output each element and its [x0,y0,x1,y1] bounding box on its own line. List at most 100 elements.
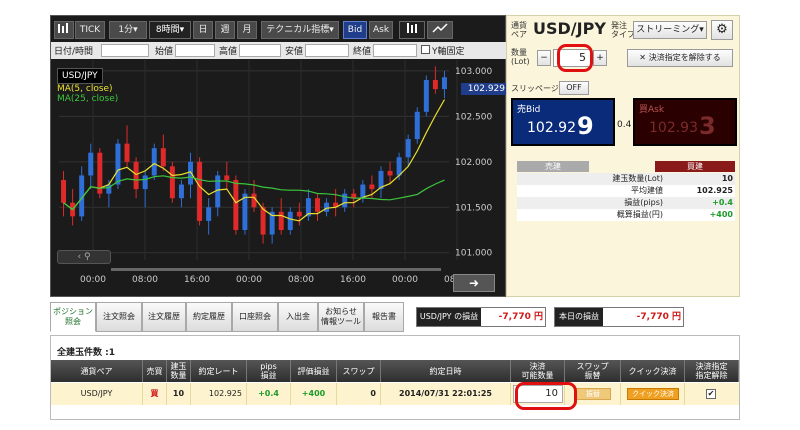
tab-deposit[interactable]: 入出金 [278,302,318,332]
buy-position-header: 買建 [655,161,735,172]
low-field [305,44,349,57]
candles [61,66,447,244]
tab-execution-history[interactable]: 約定履歴 [186,302,232,332]
y-tick-label: 101.000 [455,249,492,259]
open-field [175,44,215,57]
tab-bar: ポジション 照会 注文照会 注文履歴 約定履歴 口座照会 入出金 お知らせ 情報… [50,302,740,334]
bid-button[interactable]: 売Bid 102.92 9 [511,98,615,146]
column-header: 建玉 数量 [167,360,191,382]
interval-8h-select[interactable]: 8時間▾ [149,21,191,39]
candle-body [206,207,212,221]
swap-transfer-button[interactable]: 振替 [575,388,611,400]
scroll-left-control[interactable]: ‹ ⚲ [57,250,111,264]
today-pl-box: 本日の損益 -7,770 円 [554,307,684,327]
pair-pl-label: USD/JPY の損益 [417,308,481,326]
order-type-select[interactable]: ストリーミング▾ [633,21,707,39]
candle-body [260,207,266,235]
candle-body [197,161,203,221]
tab-position[interactable]: ポジション 照会 [50,302,96,332]
scroll-to-latest-button[interactable]: ➜ [453,274,495,292]
summary-value: 10 [721,174,733,183]
tick-button[interactable]: TICK [75,21,105,39]
position-summary-row: 建玉数量(Lot) 10 [517,173,735,185]
cell-quick-settle: クイック決済 [621,383,685,405]
cancel-settle-designation-button[interactable]: ✕ 決済指定を解除する [627,49,733,67]
day-button[interactable]: 日 [193,21,213,39]
cell-pips: +0.4 [247,383,291,405]
qty-plus-button[interactable]: + [593,50,607,66]
column-header: スワップ 振替 [565,360,621,382]
chevron-left-icon: ‹ [77,252,82,262]
x-tick-label: 00:00 [80,275,106,285]
summary-value: +0.4 [712,198,733,207]
high-label: 高値 [219,47,238,57]
yaxis-fix-checkbox[interactable] [421,45,430,54]
column-header: 約定レート [191,360,247,382]
week-button[interactable]: 週 [215,21,235,39]
close-icon: ✕ [639,53,649,62]
positions-panel: 全建玉件数 :1 通貨ペア 売買 建玉 数量 約定レート pips 損益 評価損… [50,335,740,420]
order-type-caption: 発注 タイプ [611,21,635,39]
today-pl-value: -7,770 円 [636,312,681,322]
cell-swap: 0 [337,383,381,405]
quick-settle-button[interactable]: クイック決済 [627,388,679,400]
qty-highlight [557,44,593,72]
tab-account[interactable]: 口座照会 [232,302,278,332]
tab-notices[interactable]: お知らせ 情報ツール [318,302,364,332]
datetime-label: 日付/時間 [54,47,94,57]
candle-body [61,180,67,203]
cell-rate: 102.925 [191,383,247,405]
qty-minus-button[interactable]: − [537,50,551,66]
pair-title: USD/JPY [533,19,606,38]
bid-toggle[interactable]: Bid [343,21,367,39]
candle-body [151,148,157,176]
cell-settle-designation: ✔ [685,383,739,405]
bid-label: 売Bid [517,105,541,115]
candle-body [414,111,420,140]
line-chart-icon[interactable] [427,21,453,39]
position-summary-row: 損益(pips) +0.4 [517,197,735,209]
column-header: 評価損益 [291,360,337,382]
current-price-marker: 102.929 [461,83,507,95]
candle-chart-icon[interactable] [399,21,425,39]
chevron-down-icon: ▾ [329,25,334,35]
column-header: 決済 可能数量 [511,360,565,382]
slippage-toggle[interactable]: OFF [559,81,589,95]
interval-1min-select[interactable]: 1分▾ [109,21,147,39]
candle-body [287,211,293,230]
candle-body [160,148,166,167]
technical-indicator-select[interactable]: テクニカル指標▾ [261,21,339,39]
column-header: 決済指定 指定解除 [685,360,739,382]
month-button[interactable]: 月 [237,21,257,39]
cell-pl: +400 [291,383,337,405]
ask-toggle[interactable]: Ask [369,21,393,39]
candle-body [296,211,302,217]
candle-body [233,180,239,230]
chart-type-icon[interactable] [54,21,74,39]
settle-designation-checkbox[interactable]: ✔ [706,389,716,399]
tab-reports[interactable]: 報告書 [364,302,404,332]
tab-order-inquiry[interactable]: 注文照会 [96,302,142,332]
candle-body [432,80,438,90]
candle-body [324,202,330,212]
ohlc-row: 日付/時間 始値 高値 安値 終値 Y軸固定 [51,42,507,59]
candle-body [278,211,284,230]
y-tick-label: 102.500 [455,112,492,122]
chart-scrollbar [111,268,441,271]
ask-button[interactable]: 買Ask 102.93 3 [633,98,737,146]
datetime-field [101,44,149,57]
candle-body [405,139,411,158]
tab-order-history[interactable]: 注文履歴 [142,302,186,332]
y-tick-label: 101.500 [455,203,492,213]
candle-body [142,175,148,190]
column-header: クイック決済 [621,360,685,382]
x-tick-label: 16:00 [340,275,366,285]
y-tick-label: 102.000 [455,158,492,168]
gear-icon[interactable]: ⚙ [711,20,733,40]
cell-qty: 10 [167,383,191,405]
close-label: 終値 [353,47,372,57]
candle-body [124,143,130,162]
x-tick-label: 00:00 [236,275,262,285]
x-tick-label: 16:00 [184,275,210,285]
candle-body [387,170,393,176]
